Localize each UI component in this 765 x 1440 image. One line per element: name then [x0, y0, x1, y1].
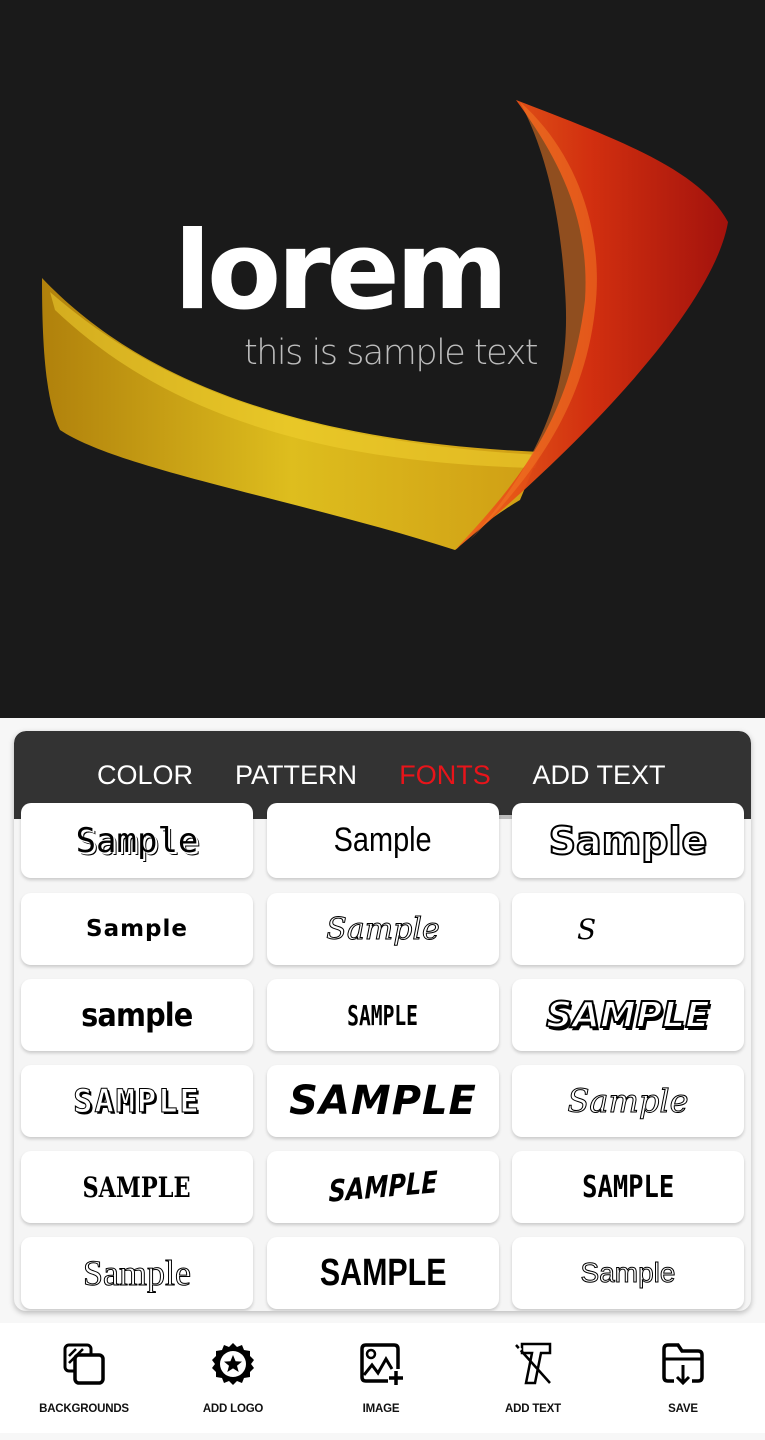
font-sample: Sample: [567, 1082, 689, 1121]
font-sample: SAMPLE: [581, 1169, 675, 1205]
font-option[interactable]: SAMPLE: [21, 1151, 253, 1223]
image-button[interactable]: IMAGE: [311, 1323, 451, 1433]
font-sample: Sample: [75, 820, 199, 861]
font-option[interactable]: S: [512, 893, 744, 965]
backgrounds-button[interactable]: BACKGROUNDS: [14, 1323, 154, 1433]
font-option[interactable]: Sample: [512, 1065, 744, 1137]
font-option[interactable]: SAMPLE: [512, 1151, 744, 1223]
font-option[interactable]: SAMPLE: [512, 979, 744, 1051]
backgrounds-label: BACKGROUNDS: [39, 1403, 129, 1415]
image-add-icon: [360, 1343, 403, 1385]
font-option[interactable]: SAMPLE: [267, 979, 499, 1051]
font-sample: S: [577, 912, 597, 946]
add-text-label: ADD TEXT: [505, 1403, 561, 1415]
text-icon: [515, 1342, 552, 1385]
badge-star-icon: [212, 1343, 254, 1385]
font-sample: SAMPLE: [545, 994, 711, 1037]
font-option[interactable]: Sample: [267, 893, 499, 965]
logo-title[interactable]: lorem: [174, 218, 508, 326]
font-option[interactable]: sample: [21, 979, 253, 1051]
bottom-toolbar: BACKGROUNDS ADD LOGO IMAGE ADD TEXT SAVE: [0, 1323, 765, 1433]
logo-canvas[interactable]: lorem this is sample text: [0, 0, 765, 718]
font-sample: SAMPLE: [328, 1164, 438, 1210]
save-button[interactable]: SAVE: [613, 1323, 753, 1433]
add-text-button[interactable]: ADD TEXT: [463, 1323, 603, 1433]
font-option[interactable]: Sample: [267, 803, 499, 878]
font-option[interactable]: Sample: [512, 803, 744, 878]
font-sample: Sample: [86, 916, 188, 942]
font-sample: SAMPLE: [347, 998, 419, 1032]
add-logo-button[interactable]: ADD LOGO: [163, 1323, 303, 1433]
font-sample: SAMPLE: [319, 1251, 447, 1294]
image-label: IMAGE: [362, 1403, 400, 1415]
font-option[interactable]: SAMPLE: [267, 1065, 499, 1137]
font-sample: Sample: [326, 911, 440, 947]
font-option[interactable]: Sample: [21, 803, 253, 878]
font-sample: Sample: [548, 818, 709, 864]
save-label: SAVE: [668, 1403, 698, 1415]
font-sample: Sample: [83, 1253, 192, 1294]
logo-subtitle[interactable]: this is sample text: [244, 336, 539, 371]
font-option[interactable]: Sample: [512, 1237, 744, 1309]
add-logo-label: ADD LOGO: [202, 1403, 264, 1415]
folder-download-icon: [662, 1343, 704, 1386]
font-sample: SAMPLE: [73, 1082, 201, 1121]
font-sample: Sample: [580, 1257, 676, 1289]
backgrounds-icon: [63, 1343, 105, 1385]
font-option[interactable]: SAMPLE: [21, 1065, 253, 1137]
font-sample: SAMPLE: [289, 1078, 477, 1124]
font-sample: Sample: [334, 821, 432, 859]
font-option[interactable]: Sample: [21, 893, 253, 965]
editor-panel: COLOR PATTERN FONTS ADD TEXT Sample Samp…: [14, 731, 751, 1311]
font-sample: sample: [81, 996, 193, 1034]
font-option[interactable]: Sample: [21, 1237, 253, 1309]
font-sample: SAMPLE: [82, 1170, 192, 1204]
font-option[interactable]: SAMPLE: [267, 1151, 499, 1223]
font-option[interactable]: SAMPLE: [267, 1237, 499, 1309]
